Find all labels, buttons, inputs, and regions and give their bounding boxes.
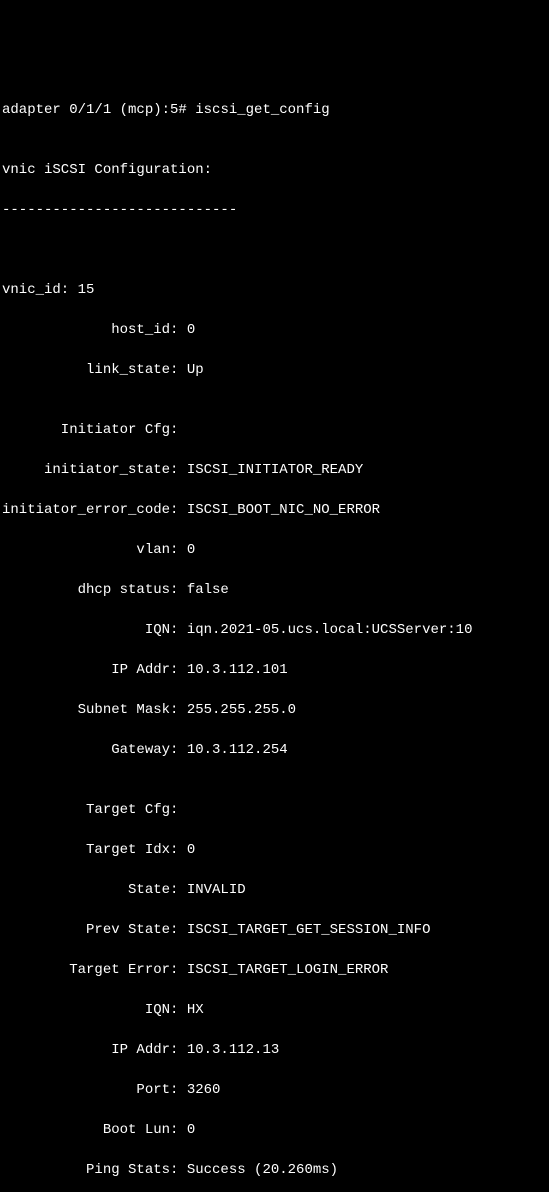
gateway-line: Gateway: 10.3.112.254 (2, 740, 547, 760)
vnic-id-line: vnic_id: 15 (2, 280, 547, 300)
host-id-line: host_id: 0 (2, 320, 547, 340)
prompt: adapter 0/1/1 (mcp):5# (2, 102, 195, 118)
prompt-line-5: adapter 0/1/1 (mcp):5# iscsi_get_config (2, 100, 547, 120)
initiator-iqn-line: IQN: iqn.2021-05.ucs.local:UCSServer:10 (2, 620, 547, 640)
subnet-mask-line: Subnet Mask: 255.255.255.0 (2, 700, 547, 720)
target-ip-line: IP Addr: 10.3.112.13 (2, 1040, 547, 1060)
link-state-line: link_state: Up (2, 360, 547, 380)
terminal-output[interactable]: adapter 0/1/1 (mcp):5# iscsi_get_config … (0, 80, 549, 1192)
boot-lun-line: Boot Lun: 0 (2, 1120, 547, 1140)
target-cfg-header: Target Cfg: (2, 800, 547, 820)
vlan-line: vlan: 0 (2, 540, 547, 560)
command: iscsi_get_config (195, 102, 329, 118)
target-port-line: Port: 3260 (2, 1080, 547, 1100)
config-header: vnic iSCSI Configuration: (2, 160, 547, 180)
initiator-error-line: initiator_error_code: ISCSI_BOOT_NIC_NO_… (2, 500, 547, 520)
initiator-state-line: initiator_state: ISCSI_INITIATOR_READY (2, 460, 547, 480)
target-iqn-line: IQN: HX (2, 1000, 547, 1020)
target-prev-state-line: Prev State: ISCSI_TARGET_GET_SESSION_INF… (2, 920, 547, 940)
target-state-line: State: INVALID (2, 880, 547, 900)
target-error-line: Target Error: ISCSI_TARGET_LOGIN_ERROR (2, 960, 547, 980)
target-idx-line: Target Idx: 0 (2, 840, 547, 860)
separator: ---------------------------- (2, 200, 547, 220)
initiator-cfg-header: Initiator Cfg: (2, 420, 547, 440)
dhcp-status-line: dhcp status: false (2, 580, 547, 600)
ping-stats-line: Ping Stats: Success (20.260ms) (2, 1160, 547, 1180)
initiator-ip-line: IP Addr: 10.3.112.101 (2, 660, 547, 680)
